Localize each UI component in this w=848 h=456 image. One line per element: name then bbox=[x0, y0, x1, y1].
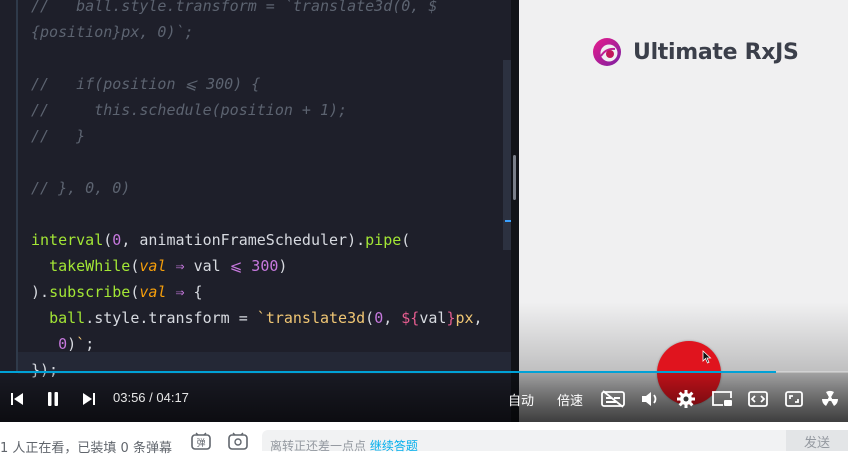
rxjs-logo: Ultimate RxJS bbox=[591, 36, 799, 68]
code-line: // this.schedule(position + 1); bbox=[31, 101, 348, 119]
mouse-cursor-icon bbox=[702, 350, 712, 364]
code-line: {position}px, 0)`; bbox=[31, 23, 194, 41]
volume-button[interactable] bbox=[640, 389, 660, 409]
pause-button[interactable] bbox=[44, 390, 62, 408]
pip-button[interactable] bbox=[711, 389, 733, 409]
code-line: // if(position ⩽ 300) { bbox=[31, 75, 261, 93]
danmaku-toggle-button[interactable]: 弹 bbox=[190, 432, 214, 452]
fullscreen-button[interactable] bbox=[783, 389, 805, 409]
danmaku-toggle-icon: 弹 bbox=[191, 432, 211, 450]
split-divider bbox=[511, 0, 519, 422]
subtitle-off-icon bbox=[601, 390, 625, 408]
settings-button[interactable] bbox=[676, 389, 696, 409]
prev-button[interactable] bbox=[9, 391, 25, 407]
rxjs-logo-icon bbox=[593, 38, 621, 66]
volume-icon bbox=[642, 392, 657, 406]
danmaku-settings-icon bbox=[228, 432, 248, 450]
indent-guide bbox=[16, 0, 18, 372]
code-line: // }, 0, 0) bbox=[31, 179, 131, 197]
progress-bar[interactable] bbox=[0, 371, 848, 373]
code-line: 0)`; bbox=[58, 335, 95, 353]
fullscreen-icon bbox=[785, 391, 803, 407]
quality-button[interactable]: 自动 bbox=[508, 390, 534, 409]
code-editor-pane: // ball.style.transform = `translate3d(0… bbox=[0, 0, 513, 422]
speed-button[interactable]: 倍速 bbox=[557, 390, 583, 409]
code-line: // ball.style.transform = `translate3d(0… bbox=[31, 0, 438, 15]
pip-icon bbox=[712, 391, 732, 406]
next-button[interactable] bbox=[81, 391, 97, 407]
code-line: // } bbox=[31, 127, 86, 145]
prev-icon bbox=[11, 393, 23, 405]
widescreen-button[interactable] bbox=[747, 389, 769, 409]
widescreen-icon bbox=[748, 391, 768, 407]
logo-text: Ultimate RxJS bbox=[633, 39, 799, 65]
code-line: ).subscribe(val ⇒ { bbox=[31, 283, 203, 301]
viewer-count: 1 人正在看，已装填 0 条弹幕 bbox=[0, 441, 172, 456]
code-line: interval(0, animationFrameScheduler).pip… bbox=[31, 231, 411, 249]
send-button[interactable]: 发送 bbox=[786, 430, 848, 451]
time-display: 03:56 / 04:17 bbox=[113, 390, 189, 405]
radiation-icon bbox=[821, 390, 839, 406]
progress-fill bbox=[0, 371, 776, 373]
danmaku-settings-button[interactable] bbox=[227, 432, 251, 452]
radiation-button[interactable] bbox=[819, 389, 841, 409]
svg-text:弹: 弹 bbox=[196, 437, 205, 449]
video-player[interactable]: // ball.style.transform = `translate3d(0… bbox=[0, 0, 848, 422]
code-line: ball.style.transform = `translate3d(0, $… bbox=[49, 309, 483, 327]
pause-icon bbox=[48, 392, 58, 406]
split-grip bbox=[513, 155, 516, 200]
next-icon bbox=[83, 393, 95, 405]
danmaku-placeholder: 离转正还差一点点 继续答题 bbox=[270, 437, 418, 454]
code-line: takeWhile(val ⇒ val ⩽ 300) bbox=[49, 257, 288, 275]
subtitle-button[interactable] bbox=[600, 389, 626, 409]
settings-icon bbox=[677, 390, 695, 408]
